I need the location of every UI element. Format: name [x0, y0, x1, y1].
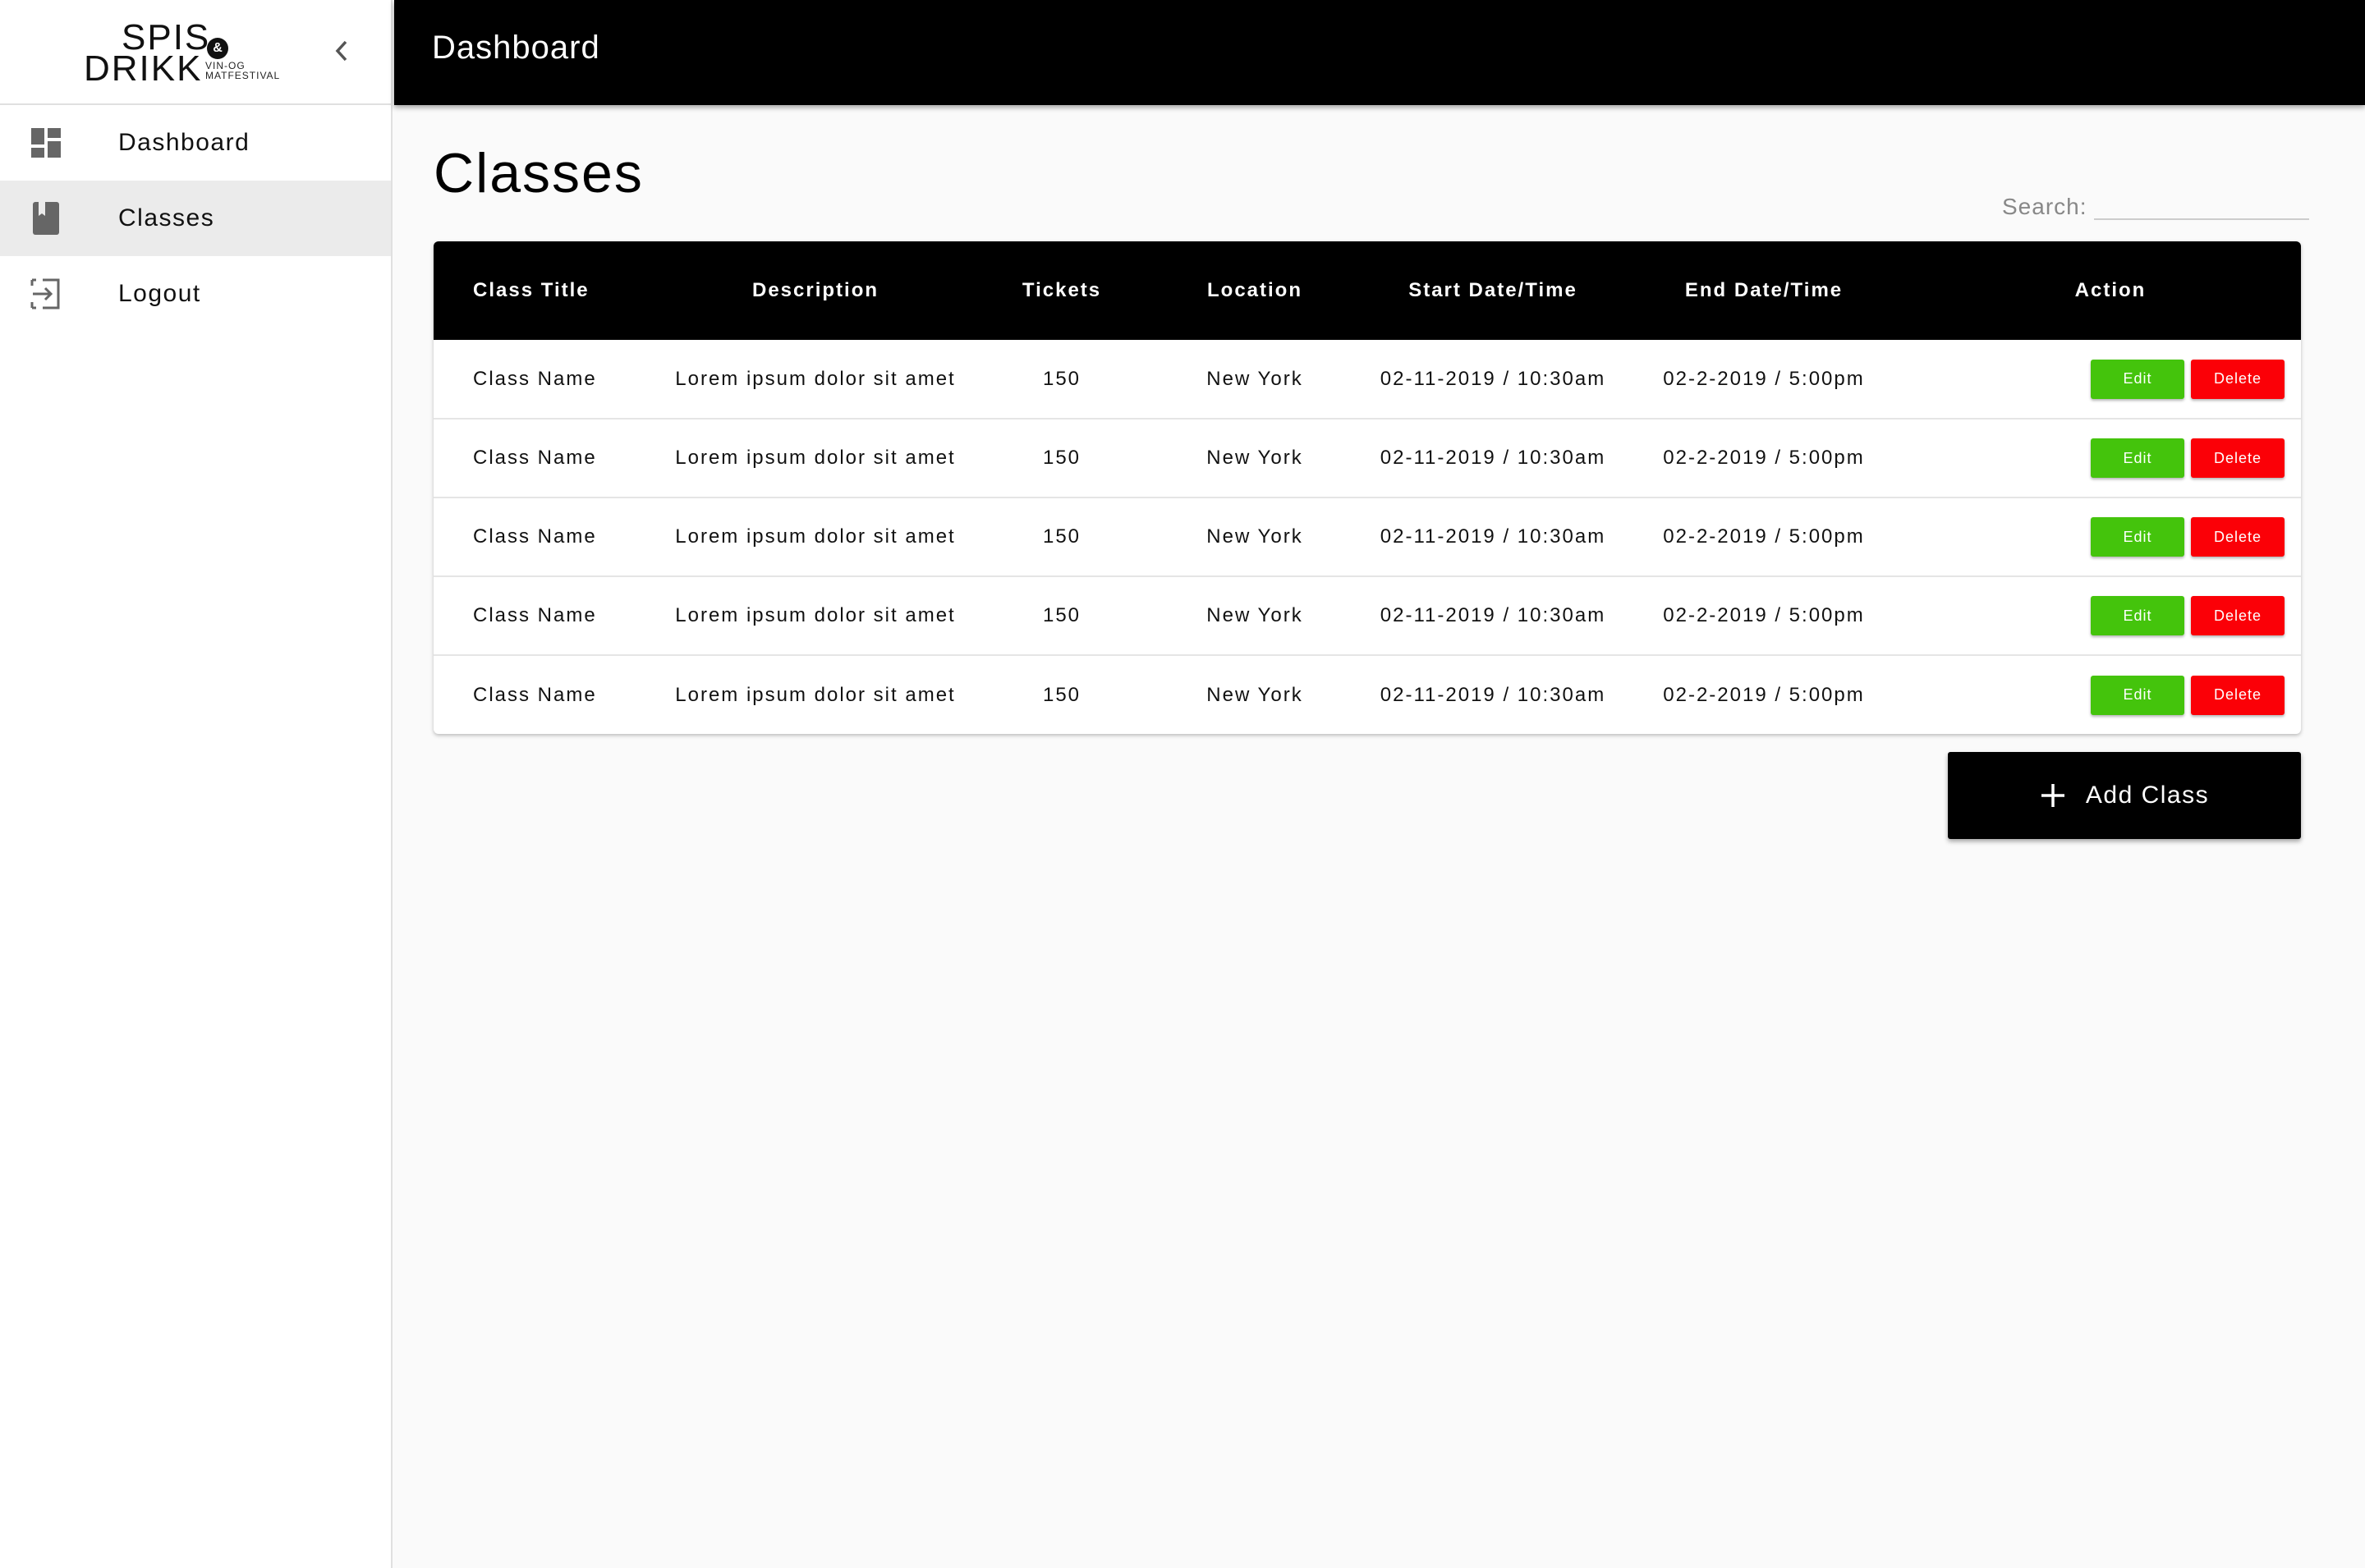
search-input[interactable] — [2093, 190, 2309, 220]
table-header-row: Class Title Description Tickets Location… — [434, 241, 2301, 340]
delete-button[interactable]: Delete — [2191, 438, 2285, 478]
edit-button[interactable]: Edit — [2091, 675, 2184, 715]
column-header-tickets[interactable]: Tickets — [992, 241, 1132, 340]
column-header-location[interactable]: Location — [1132, 241, 1378, 340]
cell-tickets: 150 — [992, 497, 1132, 576]
logo-subtitle: VIN-OG MATFESTIVAL — [205, 61, 280, 80]
add-class-button[interactable]: Add Class — [1948, 752, 2301, 839]
cell-actions: Edit Delete — [1920, 575, 2301, 655]
cell-end: 02-2-2019 / 5:00pm — [1608, 418, 1920, 497]
cell-tickets: 150 — [992, 575, 1132, 655]
delete-button[interactable]: Delete — [2191, 517, 2285, 557]
column-header-action: Action — [2074, 279, 2147, 301]
sidebar-nav: Dashboard Classes Logout — [0, 105, 391, 332]
cell-class-title: Class Name — [434, 497, 639, 576]
delete-button[interactable]: Delete — [2191, 596, 2285, 635]
cell-class-title: Class Name — [434, 575, 639, 655]
search-label: Search: — [2002, 194, 2087, 219]
column-header-start[interactable]: Start Date/Time — [1378, 241, 1608, 340]
header-title: Dashboard — [432, 30, 600, 66]
cell-location: New York — [1132, 497, 1378, 576]
column-header-class-title[interactable]: Class Title — [434, 241, 639, 340]
logo-sub-line2: MATFESTIVAL — [205, 70, 281, 81]
edit-button[interactable]: Edit — [2091, 517, 2184, 557]
cell-end: 02-2-2019 / 5:00pm — [1608, 575, 1920, 655]
column-header-end[interactable]: End Date/Time — [1608, 241, 1920, 340]
classes-table-card: Class Title Description Tickets Location… — [434, 241, 2301, 734]
cell-description: Lorem ipsum dolor sit amet — [675, 367, 956, 390]
sidebar-item-label: Classes — [118, 204, 215, 232]
cell-location: New York — [1206, 367, 1303, 390]
sidebar-item-label: Logout — [118, 280, 201, 307]
cell-description: Lorem ipsum dolor sit amet — [639, 575, 992, 655]
cell-end: 02-2-2019 / 5:00pm — [1608, 497, 1920, 576]
table-row: Class Name Lorem ipsum dolor sit amet 15… — [434, 340, 2301, 419]
cell-start: 02-11-2019 / 10:30am — [1378, 497, 1608, 576]
sidebar-item-classes[interactable]: Classes — [0, 181, 391, 256]
plus-icon — [2041, 784, 2064, 807]
search-box: Search: — [2002, 187, 2309, 220]
cell-start: 02-11-2019 / 10:30am — [1378, 575, 1608, 655]
table-row: Class Name Lorem ipsum dolor sit amet 15… — [434, 654, 2301, 734]
cell-location: New York — [1132, 654, 1378, 734]
cell-description: Lorem ipsum dolor sit amet — [639, 654, 992, 734]
collapse-sidebar-button[interactable] — [325, 34, 358, 67]
table-row: Class Name Lorem ipsum dolor sit amet 15… — [434, 575, 2301, 655]
sidebar-item-logout[interactable]: Logout — [0, 256, 391, 332]
brand-logo[interactable]: SPIS & DRIKK VIN-OG MATFESTIVAL — [82, 15, 287, 89]
delete-button[interactable]: Delete — [2191, 359, 2285, 399]
cell-class-title: Class Name — [473, 367, 597, 390]
logo-ampersand: & — [207, 38, 228, 59]
edit-button[interactable]: Edit — [2091, 359, 2184, 399]
table-row: Class Name Lorem ipsum dolor sit amet 15… — [434, 418, 2301, 497]
cell-tickets: 150 — [992, 654, 1132, 734]
dashboard-icon — [28, 125, 64, 161]
cell-start: 02-11-2019 / 10:30am — [1378, 418, 1608, 497]
classes-table: Class Title Description Tickets Location… — [434, 241, 2301, 734]
cell-end: 02-2-2019 / 5:00pm — [1608, 654, 1920, 734]
cell-location: New York — [1132, 418, 1378, 497]
cell-location: New York — [1132, 575, 1378, 655]
cell-actions: Edit Delete — [1920, 497, 2301, 576]
add-class-label: Add Class — [2085, 782, 2210, 809]
cell-end: 02-2-2019 / 5:00pm — [1663, 367, 1865, 390]
cell-start: 02-11-2019 / 10:30am — [1380, 367, 1606, 390]
sidebar-item-dashboard[interactable]: Dashboard — [0, 105, 391, 181]
cell-class-title: Class Name — [434, 418, 639, 497]
column-header-description[interactable]: Description — [639, 241, 992, 340]
logo-area: SPIS & DRIKK VIN-OG MATFESTIVAL — [0, 0, 391, 105]
cell-actions: Edit Delete — [1920, 340, 2301, 419]
cell-description: Lorem ipsum dolor sit amet — [639, 418, 992, 497]
sidebar-item-label: Dashboard — [118, 129, 250, 156]
logout-icon — [28, 276, 64, 312]
cell-tickets: 150 — [992, 418, 1132, 497]
sidebar: SPIS & DRIKK VIN-OG MATFESTIVAL Dashboar… — [0, 0, 393, 1568]
app-root: SPIS & DRIKK VIN-OG MATFESTIVAL Dashboar… — [0, 0, 2365, 1568]
logo-word-bottom: DRIKK — [84, 48, 203, 89]
edit-button[interactable]: Edit — [2091, 596, 2184, 635]
edit-button[interactable]: Edit — [2091, 438, 2184, 478]
chevron-left-icon — [335, 40, 347, 62]
cell-class-title: Class Name — [434, 654, 639, 734]
top-bar: Dashboard — [394, 0, 2365, 105]
book-icon — [28, 200, 64, 236]
cell-actions: Edit Delete — [1920, 654, 2301, 734]
table-row: Class Name Lorem ipsum dolor sit amet 15… — [434, 497, 2301, 576]
cell-description: Lorem ipsum dolor sit amet — [639, 497, 992, 576]
cell-actions: Edit Delete — [1920, 418, 2301, 497]
page-title: Classes — [434, 142, 644, 204]
cell-start: 02-11-2019 / 10:30am — [1378, 654, 1608, 734]
cell-tickets: 150 — [1042, 367, 1081, 390]
delete-button[interactable]: Delete — [2191, 675, 2285, 715]
